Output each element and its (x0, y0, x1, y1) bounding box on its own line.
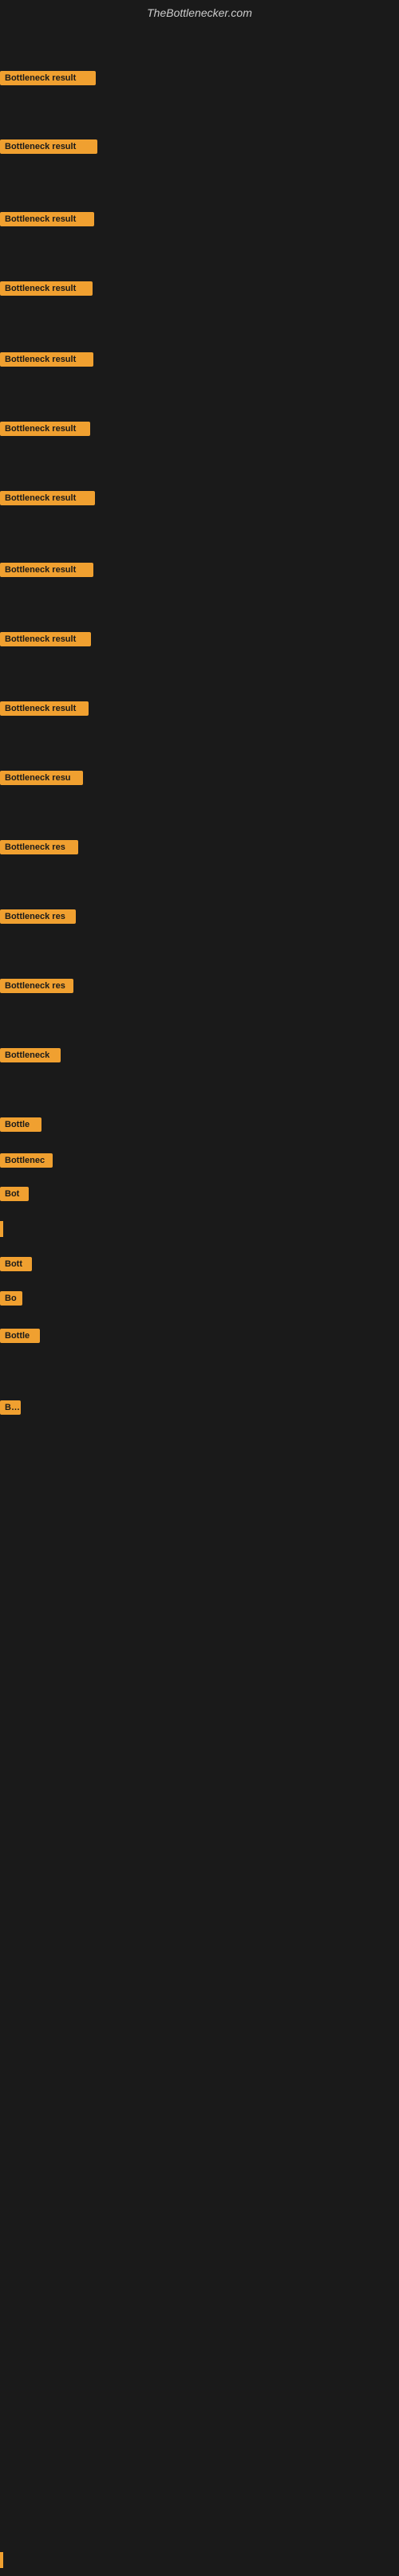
result-row: Bottleneck result (0, 701, 89, 720)
result-row: Bottleneck result (0, 139, 97, 158)
bottleneck-badge[interactable]: Bottleneck result (0, 632, 91, 646)
result-row: Bottleneck result (0, 491, 95, 509)
result-row: Bo (0, 1400, 21, 1419)
bottleneck-badge[interactable]: Bottleneck resu (0, 771, 83, 785)
result-row: Bott (0, 1257, 32, 1275)
bottleneck-badge[interactable]: Bottlenec (0, 1153, 53, 1168)
result-row: Bottleneck res (0, 909, 76, 928)
result-row: Bottle (0, 1329, 40, 1347)
bottleneck-badge[interactable]: Bottleneck (0, 1048, 61, 1062)
result-row: Bottleneck result (0, 281, 93, 300)
result-row: Bottleneck res (0, 979, 73, 997)
bottleneck-badge[interactable]: Bottle (0, 1329, 40, 1343)
result-row: Bottleneck resu (0, 771, 83, 789)
result-row: Bottleneck result (0, 71, 96, 89)
bottleneck-badge[interactable]: Bottleneck result (0, 563, 93, 577)
result-row: Bottleneck result (0, 422, 90, 440)
site-title: TheBottlenecker.com (0, 0, 399, 26)
bottleneck-badge[interactable]: Bottleneck result (0, 352, 93, 367)
bottleneck-badge[interactable]: Bottleneck result (0, 281, 93, 296)
bottleneck-badge[interactable]: Bot (0, 1187, 29, 1201)
bottleneck-badge[interactable]: Bott (0, 1257, 32, 1271)
result-row: Bottlenec (0, 1153, 53, 1172)
bottleneck-badge[interactable]: Bo (0, 1291, 22, 1306)
result-row: Bottleneck (0, 1048, 61, 1066)
bottleneck-badge[interactable]: Bottleneck result (0, 212, 94, 226)
bottleneck-badge[interactable]: Bottleneck result (0, 139, 97, 154)
result-row: Bottleneck res (0, 840, 78, 858)
bottleneck-badge[interactable]: Bottleneck result (0, 422, 90, 436)
result-row: Bo (0, 1291, 22, 1310)
bottleneck-badge[interactable]: Bottleneck res (0, 909, 76, 924)
bottleneck-badge[interactable]: Bottle (0, 1117, 41, 1132)
bottom-indicator-bar (0, 2552, 3, 2568)
result-row: Bottleneck result (0, 352, 93, 371)
bottleneck-badge[interactable]: Bottleneck result (0, 71, 96, 85)
bottleneck-badge[interactable]: Bottleneck result (0, 491, 95, 505)
result-row: Bottleneck result (0, 563, 93, 581)
result-row: Bottleneck result (0, 632, 91, 650)
bottleneck-badge[interactable]: Bo (0, 1400, 21, 1415)
bottleneck-badge[interactable]: Bottleneck res (0, 840, 78, 854)
bottom-indicator-bar (0, 1221, 3, 1237)
result-row: Bottle (0, 1117, 41, 1136)
result-row: Bot (0, 1187, 29, 1205)
result-row: Bottleneck result (0, 212, 94, 230)
bottleneck-badge[interactable]: Bottleneck result (0, 701, 89, 716)
bottleneck-badge[interactable]: Bottleneck res (0, 979, 73, 993)
